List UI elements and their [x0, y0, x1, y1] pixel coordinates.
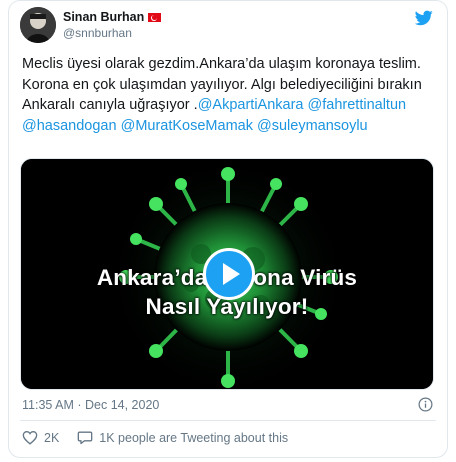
play-button[interactable] — [203, 248, 255, 300]
divider — [20, 420, 436, 421]
info-icon[interactable] — [418, 397, 433, 412]
author-handle[interactable]: @snnburhan — [63, 26, 132, 40]
speech-bubble-icon — [77, 431, 93, 445]
video-player[interactable]: Ankara’da Korona Virüs Nasıl Yayılıyor! — [20, 158, 434, 390]
tweet-card: Sinan Burhan @snnburhan Meclis üyesi ola… — [8, 0, 448, 458]
mention-suleymansoylu[interactable]: @suleymansoylu — [257, 118, 368, 134]
mention-hasandogan[interactable]: @hasandogan — [22, 118, 117, 134]
author-name-row[interactable]: Sinan Burhan — [63, 10, 162, 24]
author-display-name[interactable]: Sinan Burhan — [63, 10, 144, 24]
turkey-flag-icon — [148, 13, 162, 22]
twitter-bird-icon[interactable] — [415, 10, 433, 26]
conversation-link[interactable]: 1K people are Tweeting about this — [77, 430, 288, 445]
mention-muratkosemamak[interactable]: @MuratKoseMamak — [121, 118, 253, 134]
tweet-timestamp[interactable]: 11:35 AM · Dec 14, 2020 — [22, 398, 159, 412]
like-button[interactable]: 2K — [22, 430, 59, 445]
avatar[interactable] — [20, 7, 56, 43]
tweet-text: Meclis üyesi olarak gezdim.Ankara’da ula… — [22, 54, 442, 136]
mention-fahrettinaltun[interactable]: @fahrettinaltun — [308, 97, 407, 113]
mention-akpartiankara[interactable]: @AkpartiAnkara — [198, 97, 304, 113]
like-count: 2K — [44, 430, 60, 445]
conversation-text: 1K people are Tweeting about this — [99, 430, 289, 445]
tweet-actions: 2K 1K people are Tweeting about this — [22, 430, 288, 445]
play-icon — [223, 263, 240, 285]
heart-icon — [22, 431, 38, 445]
